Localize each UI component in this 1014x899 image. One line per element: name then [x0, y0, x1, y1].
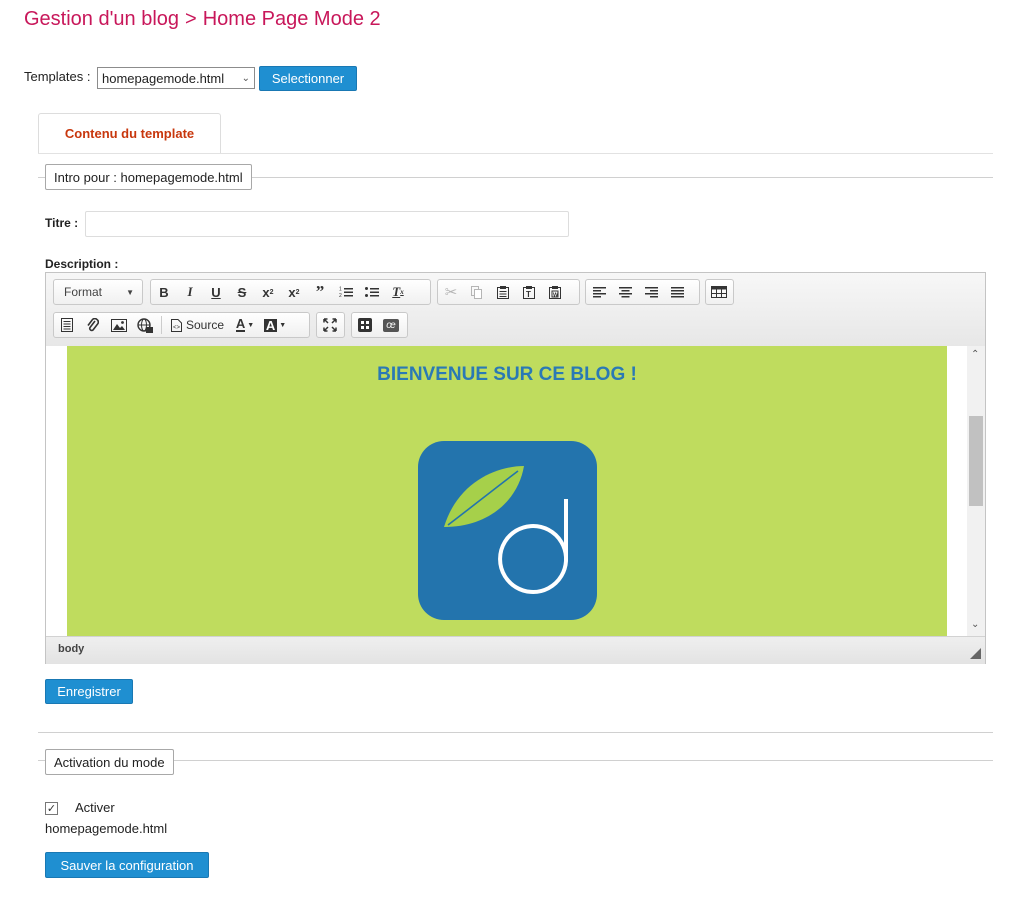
- numbered-list-icon[interactable]: 12: [333, 280, 359, 304]
- table-icon[interactable]: [706, 280, 732, 304]
- toolbar-separator: [161, 316, 162, 334]
- tab-baseline: [38, 153, 993, 154]
- document-icon[interactable]: [54, 313, 80, 337]
- text-color-button[interactable]: A ▼: [230, 313, 260, 337]
- svg-text:<>: <>: [173, 325, 181, 331]
- extras-group: œ: [351, 312, 408, 338]
- description-label: Description :: [45, 257, 119, 271]
- format-dropdown[interactable]: Format ▼: [53, 279, 143, 305]
- special-char-icon[interactable]: œ: [378, 313, 404, 337]
- activation-legend: Activation du mode: [45, 749, 174, 775]
- svg-text:2: 2: [339, 293, 342, 298]
- scrollbar-thumb[interactable]: [969, 416, 983, 506]
- image-icon[interactable]: [106, 313, 132, 337]
- bold-icon[interactable]: B: [151, 280, 177, 304]
- table-group: [705, 279, 734, 305]
- resize-handle-icon[interactable]: [970, 648, 981, 659]
- source-label: Source: [186, 318, 225, 332]
- blog-logo-icon: [418, 441, 597, 620]
- activation-file: homepagemode.html: [45, 821, 168, 836]
- activation-divider: [38, 760, 993, 761]
- chevron-down-icon: ▼: [126, 287, 134, 297]
- attachment-icon[interactable]: [80, 313, 106, 337]
- embed-media-icon[interactable]: [132, 313, 158, 337]
- copy-icon[interactable]: [464, 280, 490, 304]
- justify-icon[interactable]: [664, 280, 690, 304]
- page-title: Gestion d'un blog > Home Page Mode 2: [24, 8, 381, 31]
- align-right-icon[interactable]: [638, 280, 664, 304]
- scroll-up-icon[interactable]: ⌃: [971, 349, 979, 360]
- checkmark-icon: ✓: [46, 803, 57, 815]
- svg-text:1: 1: [339, 287, 342, 293]
- breadcrumb-current: Home Page Mode 2: [202, 8, 381, 30]
- svg-text:T: T: [526, 290, 531, 299]
- align-left-icon[interactable]: [586, 280, 612, 304]
- chevron-down-icon: ▼: [247, 321, 255, 329]
- editor-status-bar: [46, 636, 985, 664]
- intro-legend: Intro pour : homepagemode.html: [45, 164, 252, 190]
- bulleted-list-icon[interactable]: [359, 280, 385, 304]
- superscript-icon[interactable]: x2: [281, 280, 307, 304]
- title-input[interactable]: [85, 211, 569, 237]
- breadcrumb-separator: >: [185, 8, 197, 30]
- paste-text-icon[interactable]: T: [516, 280, 542, 304]
- underline-icon[interactable]: U: [203, 280, 229, 304]
- maximize-icon[interactable]: [317, 313, 343, 337]
- background-color-button[interactable]: A ▼: [260, 313, 290, 337]
- activate-checkbox[interactable]: ✓: [45, 802, 58, 815]
- scroll-down-icon[interactable]: ⌄: [971, 619, 979, 630]
- insert-group: <> Source A ▼ A ▼: [53, 312, 310, 338]
- chevron-down-icon: ▼: [279, 321, 287, 329]
- paste-word-icon[interactable]: W: [542, 280, 568, 304]
- title-label: Titre :: [45, 216, 79, 230]
- templates-select[interactable]: homepagemode.html ⌄: [97, 67, 255, 89]
- source-button[interactable]: <> Source: [165, 313, 230, 337]
- blockquote-icon[interactable]: ”: [307, 280, 333, 304]
- save-button[interactable]: Enregistrer: [45, 679, 133, 704]
- element-path[interactable]: body: [58, 643, 84, 655]
- cut-icon[interactable]: ✂: [438, 280, 464, 304]
- strikethrough-icon[interactable]: S: [229, 280, 255, 304]
- select-template-button[interactable]: Selectionner: [259, 66, 357, 91]
- tab-template-content[interactable]: Contenu du template: [38, 113, 221, 153]
- background-color-icon: A: [263, 317, 278, 333]
- save-configuration-button[interactable]: Sauver la configuration: [45, 852, 209, 878]
- remove-format-icon[interactable]: Tx: [385, 280, 411, 304]
- activate-label: Activer: [75, 800, 115, 815]
- alignment-group: [585, 279, 700, 305]
- svg-text:W: W: [553, 292, 559, 298]
- source-icon: <>: [171, 318, 182, 332]
- text-style-group: B I U S x2 x2 ” 12 Tx: [150, 279, 431, 305]
- view-group: [316, 312, 345, 338]
- editor-content[interactable]: BIENVENUE SUR CE BLOG !: [46, 346, 967, 636]
- clipboard-group: ✂ T W: [437, 279, 580, 305]
- section-divider: [38, 732, 993, 733]
- content-background: BIENVENUE SUR CE BLOG !: [67, 346, 947, 636]
- show-blocks-icon[interactable]: [352, 313, 378, 337]
- chevron-down-icon: ⌄: [241, 72, 250, 84]
- subscript-icon[interactable]: x2: [255, 280, 281, 304]
- italic-icon[interactable]: I: [177, 280, 203, 304]
- templates-select-value: homepagemode.html: [102, 70, 225, 86]
- breadcrumb-root[interactable]: Gestion d'un blog: [24, 8, 179, 30]
- templates-label: Templates :: [24, 69, 91, 84]
- align-center-icon[interactable]: [612, 280, 638, 304]
- format-label: Format: [64, 285, 103, 299]
- welcome-heading: BIENVENUE SUR CE BLOG !: [377, 364, 637, 385]
- text-color-icon: A: [235, 316, 246, 332]
- paste-icon[interactable]: [490, 280, 516, 304]
